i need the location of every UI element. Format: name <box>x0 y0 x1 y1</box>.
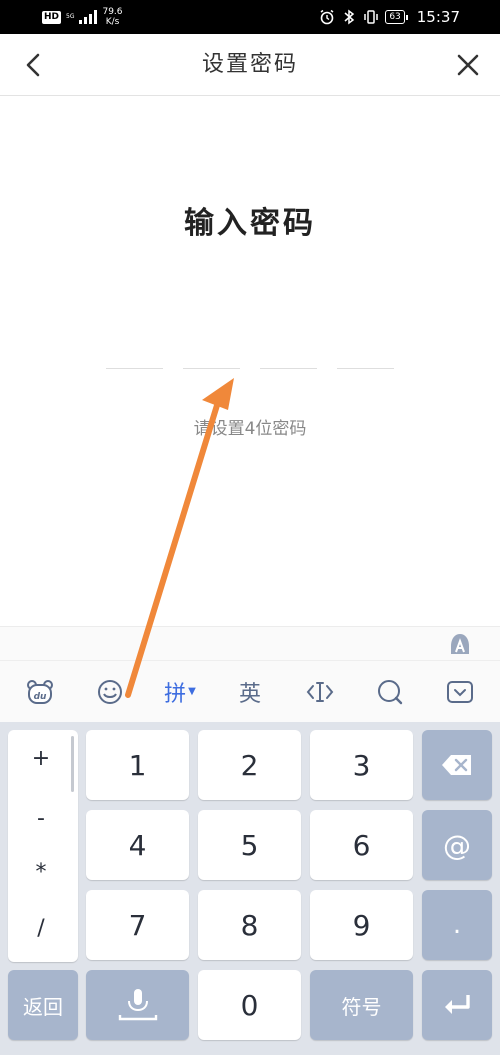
keyboard-body: + - * / 1 2 3 4 5 6 @ 7 8 9 . 返回 0 符号 <box>0 722 500 1055</box>
key-5[interactable]: 5 <box>198 810 301 880</box>
symbol-slash[interactable]: / <box>8 916 74 941</box>
svg-text:du: du <box>34 692 47 702</box>
hide-keyboard-icon[interactable] <box>442 674 478 710</box>
pin-slot-4 <box>337 368 394 369</box>
dropdown-icon: ▼ <box>188 686 196 697</box>
hd-badge: HD <box>42 10 62 24</box>
pinyin-label: 拼 <box>164 681 187 707</box>
page-title: 设置密码 <box>201 52 298 77</box>
key-2[interactable]: 2 <box>198 730 301 800</box>
key-0[interactable]: 0 <box>198 970 301 1040</box>
network-type: 5G <box>66 13 75 20</box>
key-3[interactable]: 3 <box>310 730 413 800</box>
symbol-column[interactable]: + - * / <box>8 730 78 962</box>
at-key[interactable]: @ <box>422 810 492 880</box>
status-time: 15:37 <box>416 8 460 26</box>
signal-icon: 5G <box>66 14 74 20</box>
return-button[interactable]: 返回 <box>8 970 78 1040</box>
enter-icon <box>445 995 470 1014</box>
battery-icon: 63 <box>385 10 409 24</box>
microphone-icon <box>118 989 157 1021</box>
symbols-button[interactable]: 符号 <box>310 970 413 1040</box>
key-4[interactable]: 4 <box>86 810 189 880</box>
enter-button[interactable] <box>422 970 492 1040</box>
key-9[interactable]: 9 <box>310 890 413 960</box>
pin-hint: 请设置4位密码 <box>193 419 307 439</box>
net-speed-unit: K/s <box>105 17 120 27</box>
close-icon[interactable] <box>452 49 484 81</box>
password-heading: 输入密码 <box>184 206 316 241</box>
search-icon[interactable] <box>372 674 408 710</box>
keyboard-skin-icon[interactable] <box>448 632 472 656</box>
signal-bars-icon <box>79 10 98 24</box>
bluetooth-icon <box>344 9 355 25</box>
english-toggle[interactable]: 英 <box>232 674 268 710</box>
dot-key[interactable]: . <box>422 890 492 960</box>
pin-slot-1 <box>106 368 163 369</box>
net-speed-value: 79.6 <box>102 7 123 17</box>
du-bear-icon[interactable]: du <box>22 674 58 710</box>
vibrate-icon <box>364 10 379 24</box>
pin-input[interactable] <box>106 368 394 370</box>
symbol-asterisk[interactable]: * <box>8 860 74 885</box>
status-bar: HD 5G 79.6 K/s 63 15:37 <box>0 0 500 34</box>
key-1[interactable]: 1 <box>86 730 189 800</box>
emoji-icon[interactable] <box>92 674 128 710</box>
net-speed: 79.6 K/s <box>102 7 122 27</box>
keyboard-toolbar: du 拼 ▼ 英 <box>0 660 500 722</box>
symbol-minus[interactable]: - <box>8 806 74 831</box>
backspace-button[interactable] <box>422 730 492 800</box>
keyboard-top-strip <box>0 626 500 660</box>
app-header: 设置密码 <box>0 34 500 96</box>
key-7[interactable]: 7 <box>86 890 189 960</box>
key-6[interactable]: 6 <box>310 810 413 880</box>
english-label: 英 <box>238 681 261 707</box>
pin-slot-3 <box>260 368 317 369</box>
symbol-plus[interactable]: + <box>8 746 74 771</box>
pin-slot-2 <box>183 368 240 369</box>
backspace-icon <box>442 755 471 775</box>
key-8[interactable]: 8 <box>198 890 301 960</box>
voice-button[interactable] <box>86 970 189 1040</box>
pinyin-toggle[interactable]: 拼 ▼ <box>162 674 198 710</box>
cursor-move-icon[interactable] <box>302 674 338 710</box>
alarm-icon <box>320 9 334 25</box>
